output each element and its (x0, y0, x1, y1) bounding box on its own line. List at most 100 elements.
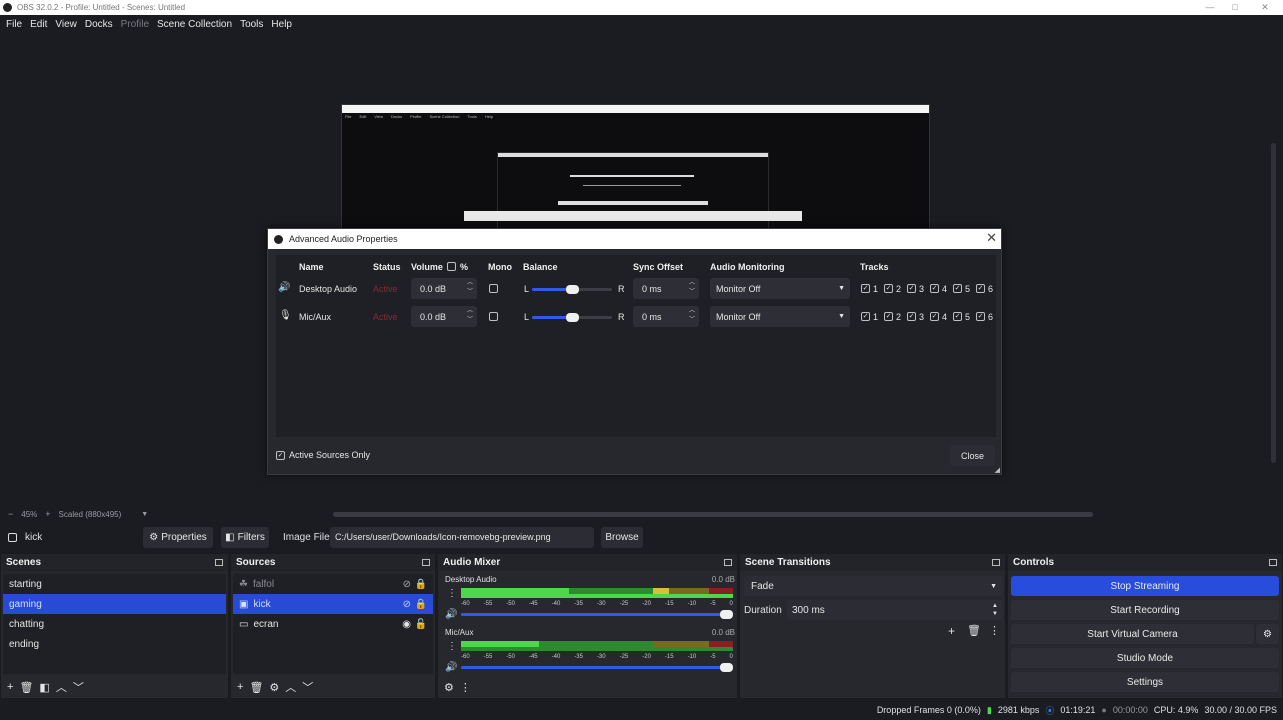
transition-select[interactable]: Fade ▼ (744, 576, 1003, 596)
kebab-menu-icon[interactable]: ⋮ (447, 588, 457, 599)
up-arrow-icon[interactable]: ︿ (56, 679, 67, 695)
start-recording-button[interactable]: Start Recording (1011, 600, 1279, 620)
menu-help[interactable]: Help (267, 19, 296, 30)
menu-scene-collection[interactable]: Scene Collection (153, 19, 236, 30)
menu-file[interactable]: File (2, 19, 26, 30)
maximize-button[interactable]: □ (1220, 0, 1250, 15)
track-checkbox[interactable]: ✓ (907, 284, 916, 293)
unlock-icon[interactable]: 🔓 (415, 619, 427, 630)
scene-item[interactable]: chatting (3, 614, 226, 634)
trash-icon[interactable]: 🗑 (967, 624, 981, 637)
scale-dropdown-icon[interactable]: ▼ (141, 511, 148, 518)
track-checkbox[interactable]: ✓ (930, 312, 939, 321)
down-arrow-icon[interactable]: ﹀ (73, 679, 84, 695)
scene-item[interactable]: ending (3, 634, 226, 654)
track-checkbox[interactable]: ✓ (930, 284, 939, 293)
scenes-toolbar: + 🗑 ◧ ︿ ﹀ (1, 676, 228, 698)
gear-icon[interactable]: ⚙ (269, 681, 279, 694)
add-icon[interactable]: + (237, 681, 243, 693)
eye-hidden-icon[interactable]: ⊘ (403, 579, 411, 590)
trash-icon[interactable]: 🗑 (19, 681, 33, 694)
balance-slider[interactable] (532, 313, 612, 322)
source-item[interactable]: ☘ falfol ⊘ 🔒 (233, 574, 433, 594)
preview-horizontal-scrollbar[interactable] (333, 512, 1093, 517)
down-arrow-icon[interactable]: ﹀ (302, 679, 313, 695)
undock-icon[interactable] (422, 559, 430, 566)
track-checkbox[interactable]: ✓ (907, 312, 916, 321)
cpu-usage: CPU: 4.9% (1153, 705, 1199, 715)
track-checkbox[interactable]: ✓ (976, 312, 985, 321)
menu-tools[interactable]: Tools (236, 19, 267, 30)
close-window-button[interactable]: ✕ (1250, 0, 1280, 15)
source-item-selected[interactable]: ▣ kick ⊘ 🔒 (233, 594, 433, 614)
eye-icon[interactable]: ◉ (402, 619, 411, 630)
gear-icon: ⚙ (149, 531, 159, 543)
track-checkbox[interactable]: ✓ (953, 312, 962, 321)
track-checkbox[interactable]: ✓ (884, 312, 893, 321)
percent-checkbox[interactable] (447, 262, 456, 271)
undock-icon[interactable] (992, 559, 1000, 566)
kebab-menu-icon[interactable]: ⋮ (989, 624, 1000, 637)
source-item[interactable]: ▭ ecran ◉ 🔓 (233, 614, 433, 634)
speaker-icon[interactable]: 🔊 (445, 609, 457, 620)
sync-offset-spinbox[interactable]: 0 ms ︿ ﹀ (633, 278, 699, 299)
zoom-out-icon[interactable]: − (8, 509, 13, 519)
up-arrow-icon[interactable]: ︿ (285, 679, 296, 695)
mono-checkbox[interactable] (489, 284, 498, 293)
volume-slider[interactable] (461, 663, 733, 672)
monitoring-select[interactable]: Monitor Off ▼ (710, 278, 850, 299)
mixer-settings-icon[interactable]: ⚙ (444, 681, 454, 694)
lock-icon[interactable]: 🔒 (415, 599, 427, 610)
trash-icon[interactable]: 🗑 (249, 681, 263, 694)
start-virtual-camera-button[interactable]: Start Virtual Camera (1011, 624, 1254, 644)
lock-icon[interactable]: 🔒 (415, 579, 427, 590)
menu-view[interactable]: View (51, 19, 81, 30)
add-icon[interactable]: + (948, 624, 955, 638)
dialog-close-button[interactable]: Close (950, 445, 995, 466)
col-percent: % (460, 262, 469, 272)
menu-docks[interactable]: Docks (81, 19, 117, 30)
track-checkbox[interactable]: ✓ (861, 312, 870, 321)
speaker-icon[interactable]: 🔊 (445, 662, 457, 673)
scene-item[interactable]: starting (3, 574, 226, 594)
mono-checkbox[interactable] (489, 312, 498, 321)
menu-profile[interactable]: Profile (117, 19, 153, 30)
volume-spinbox[interactable]: 0.0 dB ︿ ﹀ (411, 278, 477, 299)
kebab-menu-icon[interactable]: ⋮ (447, 641, 457, 652)
kebab-menu-icon[interactable]: ⋮ (460, 681, 471, 694)
settings-button[interactable]: Settings (1011, 672, 1279, 692)
image-path-field[interactable]: C:/Users/user/Downloads/Icon-removebg-pr… (330, 526, 594, 548)
monitoring-select[interactable]: Monitor Off ▼ (710, 306, 850, 327)
virtual-camera-settings-button[interactable]: ⚙ (1256, 624, 1279, 644)
scene-item-selected[interactable]: gaming (3, 594, 226, 614)
dialog-close-icon[interactable]: ✕ (986, 230, 997, 246)
resize-grip-icon[interactable]: ◢ (995, 466, 1000, 474)
preview-vertical-scrollbar[interactable] (1271, 143, 1276, 463)
properties-button[interactable]: ⚙ Properties (143, 526, 213, 548)
undock-icon[interactable] (724, 559, 732, 566)
browse-button[interactable]: Browse (601, 526, 643, 548)
menu-edit[interactable]: Edit (26, 19, 51, 30)
scenes-header: Scenes (1, 554, 228, 571)
track-checkbox[interactable]: ✓ (884, 284, 893, 293)
zoom-in-icon[interactable]: + (45, 509, 50, 519)
balance-slider[interactable] (532, 285, 612, 294)
track-checkbox[interactable]: ✓ (976, 284, 985, 293)
sync-offset-spinbox[interactable]: 0 ms ︿ ﹀ (633, 306, 699, 327)
volume-spinbox[interactable]: 0.0 dB ︿ ﹀ (411, 306, 477, 327)
studio-mode-button[interactable]: Studio Mode (1011, 648, 1279, 668)
source-context-bar: kick ⚙ Properties ◧ Filters Image File C:/… (0, 524, 1283, 550)
add-icon[interactable]: + (7, 681, 13, 693)
stop-streaming-button[interactable]: Stop Streaming (1011, 576, 1279, 596)
duration-field[interactable]: 300 ms ▲ ▼ (787, 600, 1003, 620)
undock-icon[interactable] (1269, 559, 1277, 566)
volume-slider[interactable] (461, 610, 733, 619)
spin-arrows-icon[interactable]: ▲ ▼ (992, 602, 998, 618)
track-checkbox[interactable]: ✓ (861, 284, 870, 293)
eye-hidden-icon[interactable]: ⊘ (403, 599, 411, 610)
undock-icon[interactable] (215, 559, 223, 566)
track-checkbox[interactable]: ✓ (953, 284, 962, 293)
active-sources-only-checkbox[interactable]: ✓ (276, 451, 285, 460)
filter-icon[interactable]: ◧ (39, 681, 49, 694)
filters-button[interactable]: ◧ Filters (221, 526, 269, 548)
